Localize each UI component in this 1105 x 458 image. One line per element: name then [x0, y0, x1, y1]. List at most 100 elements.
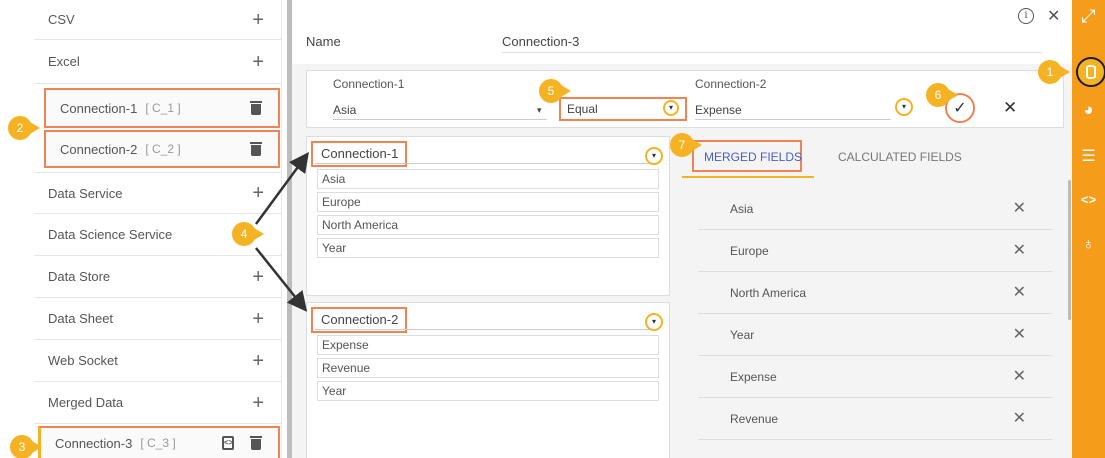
connection-1-columns-title: Connection-1: [321, 146, 399, 161]
merged-field-row: Revenue ✕: [698, 398, 1052, 440]
connector-data-sheet-label: Data Sheet: [48, 311, 114, 326]
connection-2-columns-title: Connection-2: [321, 312, 399, 327]
connection-2-label: Connection-2: [60, 141, 138, 157]
connection-2-item[interactable]: Connection-2 [ C_2 ]: [44, 130, 280, 168]
merged-list-scrollbar[interactable]: [1068, 180, 1071, 320]
connector-excel-label: Excel: [48, 54, 80, 69]
active-tab-indicator: [682, 176, 814, 178]
connection-2-title-underline: [315, 329, 655, 330]
operator-caret-icon[interactable]: ▾: [663, 100, 679, 116]
connection-1-tag: [ C_1 ]: [145, 101, 181, 115]
connection-1-label: Connection-1: [60, 100, 138, 116]
connector-data-sheet[interactable]: Data Sheet +: [34, 298, 282, 340]
connection-1-caret-icon[interactable]: ▾: [645, 147, 663, 165]
pie-chart-icon[interactable]: ◕: [1072, 100, 1105, 120]
right-column-caret-icon[interactable]: ▾: [895, 98, 913, 116]
remove-field-icon[interactable]: ✕: [1013, 282, 1026, 302]
callout-badge-1: 1: [1038, 60, 1070, 84]
merge-editor-panel: Name Connection-3 i ✕ Connection-1 Asia …: [292, 0, 1072, 458]
callout-badge-7: 7: [670, 133, 702, 157]
merged-field-label: Year: [730, 328, 755, 342]
left-column-select[interactable]: Asia: [333, 103, 547, 120]
connector-data-store[interactable]: Data Store +: [34, 256, 282, 298]
connection-2-column[interactable]: Revenue: [317, 358, 659, 378]
connection-1-column[interactable]: Europe: [317, 192, 659, 212]
connection-1-column[interactable]: North America: [317, 215, 659, 235]
add-web-socket-icon[interactable]: +: [252, 351, 264, 371]
remove-field-icon[interactable]: ✕: [1013, 240, 1026, 260]
left-column-caret-icon[interactable]: ▾: [537, 105, 542, 116]
merged-field-label: Asia: [730, 202, 754, 216]
connector-web-socket[interactable]: Web Socket +: [34, 340, 282, 382]
merged-field-label: Expense: [730, 370, 777, 384]
merged-field-label: Revenue: [730, 412, 779, 426]
expand-icon[interactable]: ⤢: [1072, 6, 1105, 27]
connection-2-caret-icon[interactable]: ▾: [645, 313, 663, 331]
callout-badge-5: 5: [539, 79, 571, 103]
connector-merged-data-label: Merged Data: [48, 395, 124, 410]
connection-1-column[interactable]: Asia: [317, 169, 659, 189]
right-tool-rail: ⤢ ◕ ☰ <> ♁: [1072, 0, 1105, 458]
merge-header: Name Connection-3 i ✕: [292, 0, 1072, 64]
connector-data-science-service-label: Data Science Service: [48, 227, 173, 242]
add-csv-icon[interactable]: +: [252, 10, 264, 30]
connection-1-column[interactable]: Year: [317, 238, 659, 258]
bulb-icon[interactable]: ♁: [1072, 236, 1105, 254]
connection-2-column[interactable]: Year: [317, 381, 659, 401]
merged-field-label: North America: [730, 286, 807, 300]
add-merged-data-icon[interactable]: +: [252, 393, 264, 413]
connector-web-socket-label: Web Socket: [48, 353, 118, 368]
connection-2-columns-panel: Connection-2 ▾ Expense Revenue Year: [306, 302, 670, 458]
connector-csv-label: CSV: [48, 12, 75, 27]
connection-3-label: Connection-3: [55, 435, 133, 451]
list-icon[interactable]: ☰: [1072, 146, 1105, 166]
operator-select[interactable]: Equal: [567, 102, 598, 116]
left-connection-label: Connection-1: [333, 77, 405, 91]
delete-connection-3-icon[interactable]: [250, 436, 262, 450]
close-icon[interactable]: ✕: [1047, 6, 1060, 26]
callout-badge-6: 6: [926, 83, 958, 107]
connector-excel[interactable]: Excel +: [34, 40, 282, 84]
add-excel-icon[interactable]: +: [252, 52, 264, 72]
merged-field-row: Asia ✕: [698, 188, 1052, 230]
fields-tabs: MERGED FIELDS CALCULATED FIELDS: [682, 138, 1064, 178]
connection-3-tag: [ C_3 ]: [140, 436, 176, 450]
merged-field-label: Europe: [730, 244, 769, 258]
operator-select-highlight[interactable]: Equal ▾: [559, 97, 687, 121]
merged-field-row: Year ✕: [698, 314, 1052, 356]
connector-data-service-label: Data Service: [48, 185, 123, 201]
connection-2-column[interactable]: Expense: [317, 335, 659, 355]
remove-field-icon[interactable]: ✕: [1013, 408, 1026, 428]
remove-field-icon[interactable]: ✕: [1013, 366, 1026, 386]
remove-field-icon[interactable]: ✕: [1013, 324, 1026, 344]
name-field[interactable]: Connection-3: [502, 34, 1042, 53]
merged-field-row: North America ✕: [698, 272, 1052, 314]
tab-calculated-fields[interactable]: CALCULATED FIELDS: [838, 150, 962, 164]
remove-field-icon[interactable]: ✕: [1013, 198, 1026, 218]
callout-badge-3: 3: [10, 435, 42, 458]
connection-3-item[interactable]: Connection-3 [ C_3 ] <>: [38, 426, 280, 458]
connection-1-title-underline: [315, 163, 655, 164]
right-column-select[interactable]: Expense: [695, 103, 891, 120]
name-label: Name: [306, 34, 341, 49]
connection-2-tag: [ C_2 ]: [145, 142, 181, 156]
connector-data-store-label: Data Store: [48, 269, 111, 284]
callout-badge-2: 2: [8, 116, 40, 140]
script-icon[interactable]: <>: [1072, 192, 1105, 207]
info-icon[interactable]: i: [1018, 8, 1034, 24]
connection-1-columns-panel: Connection-1 ▾ Asia Europe North America…: [306, 136, 670, 296]
connection-1-item[interactable]: Connection-1 [ C_1 ]: [44, 88, 280, 128]
connector-data-service[interactable]: Data Service +: [34, 172, 282, 214]
merged-field-row: Expense ✕: [698, 356, 1052, 398]
callout-badge-4: 4: [232, 222, 264, 246]
tab-merged-fields[interactable]: MERGED FIELDS: [704, 150, 802, 164]
cancel-join-button[interactable]: ✕: [1003, 98, 1017, 118]
merged-field-row: Europe ✕: [698, 230, 1052, 272]
connector-merged-data[interactable]: Merged Data +: [34, 382, 282, 424]
delete-connection-1-icon[interactable]: [250, 101, 262, 115]
edit-merge-icon[interactable]: <>: [222, 436, 234, 450]
database-glyph-icon: [1086, 65, 1096, 79]
database-icon[interactable]: [1076, 57, 1105, 87]
connector-csv[interactable]: CSV +: [34, 0, 282, 40]
right-connection-label: Connection-2: [695, 77, 767, 91]
